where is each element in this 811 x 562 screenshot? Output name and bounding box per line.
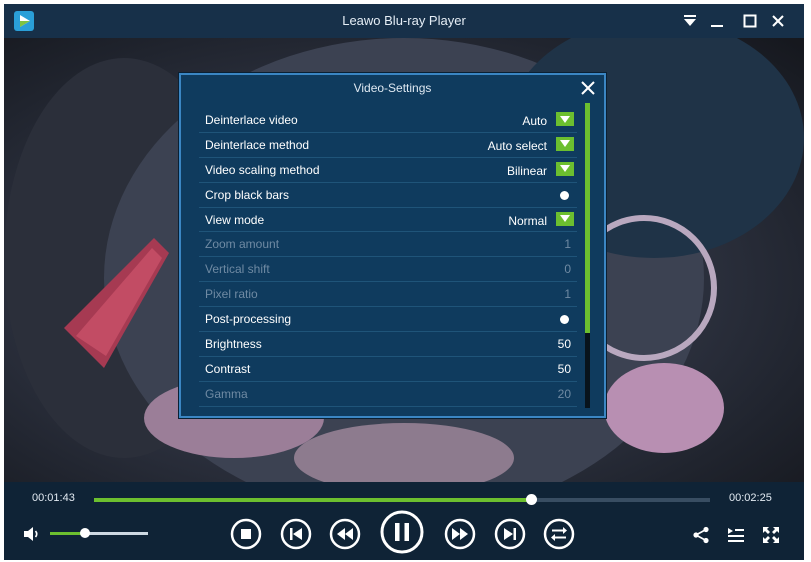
pause-icon — [380, 510, 424, 554]
minimize-button[interactable] — [705, 9, 729, 33]
previous-icon — [280, 518, 312, 550]
minimize-icon — [711, 25, 723, 27]
setting-row-pixel-ratio: Pixel ratio 1 — [199, 282, 577, 308]
settings-list: Deinterlace video Auto Deinterlace metho… — [199, 108, 577, 408]
maximize-button[interactable] — [738, 9, 762, 33]
setting-value: 20 — [557, 386, 571, 401]
setting-label: Zoom amount — [205, 237, 280, 252]
repeat-button[interactable] — [543, 518, 575, 550]
player-window: Leawo Blu-ray Player Video-Settings Dein… — [4, 4, 804, 560]
post-processing-toggle[interactable] — [560, 315, 569, 325]
setting-dropdown-value[interactable]: Auto — [522, 114, 547, 128]
stop-icon — [230, 518, 262, 550]
maximize-icon — [743, 14, 757, 28]
close-window-button[interactable] — [766, 9, 790, 33]
setting-dropdown-value[interactable]: Normal — [508, 214, 547, 228]
setting-row-deinterlace-video[interactable]: Deinterlace video Auto — [199, 108, 577, 133]
setting-label: Pixel ratio — [205, 287, 258, 302]
playlist-icon — [728, 528, 744, 542]
seek-progress — [94, 498, 532, 502]
control-bar: 00:01:43 00:02:25 — [4, 482, 804, 560]
setting-row-view-mode[interactable]: View mode Normal — [199, 208, 577, 233]
chevron-down-icon — [560, 140, 570, 148]
setting-label: Video scaling method — [205, 162, 320, 177]
chevron-down-icon — [560, 215, 570, 223]
setting-row-vertical-shift: Vertical shift 0 — [199, 257, 577, 283]
setting-row-contrast[interactable]: Contrast 50 — [199, 357, 577, 382]
fast-forward-button[interactable] — [444, 518, 476, 550]
setting-row-deinterlace-method[interactable]: Deinterlace method Auto select — [199, 133, 577, 158]
dropdown-arrow-button[interactable] — [556, 211, 574, 226]
setting-value: 0 — [564, 262, 571, 277]
setting-label: Gamma — [205, 386, 248, 401]
dialog-close-button[interactable] — [578, 78, 598, 98]
previous-button[interactable] — [280, 518, 312, 550]
setting-row-gamma: Gamma 20 — [199, 382, 577, 407]
fast-forward-icon — [444, 518, 476, 550]
setting-label: Deinterlace method — [205, 137, 310, 152]
menu-dropdown-icon — [684, 15, 696, 26]
volume-handle[interactable] — [80, 528, 91, 538]
pause-button[interactable] — [380, 510, 424, 554]
setting-label: Crop black bars — [205, 187, 290, 202]
setting-row-post-processing[interactable]: Post-processing — [199, 307, 577, 333]
seek-handle[interactable] — [526, 494, 538, 505]
setting-dropdown-value[interactable]: Bilinear — [507, 164, 547, 178]
setting-dropdown-value[interactable]: Auto select — [488, 139, 547, 153]
video-frame[interactable]: Video-Settings Deinterlace video Auto De… — [4, 38, 804, 482]
setting-label: Contrast — [205, 361, 251, 376]
close-icon — [581, 81, 595, 95]
chevron-down-icon — [560, 165, 570, 173]
next-icon — [494, 518, 526, 550]
next-button[interactable] — [494, 518, 526, 550]
share-button[interactable] — [692, 526, 710, 544]
repeat-icon — [543, 518, 575, 550]
setting-label: Vertical shift — [205, 262, 270, 277]
setting-row-video-scaling-method[interactable]: Video scaling method Bilinear — [199, 158, 577, 183]
dialog-title: Video-Settings — [353, 81, 432, 95]
dropdown-arrow-button[interactable] — [556, 161, 574, 176]
video-settings-dialog: Video-Settings Deinterlace video Auto De… — [179, 73, 606, 418]
dialog-header: Video-Settings — [181, 75, 604, 101]
stop-button[interactable] — [230, 518, 262, 550]
setting-row-crop-black-bars[interactable]: Crop black bars — [199, 183, 577, 208]
volume-icon — [24, 527, 38, 541]
close-icon — [772, 15, 784, 27]
setting-row-zoom-amount: Zoom amount 1 — [199, 232, 577, 258]
rewind-icon — [329, 518, 361, 550]
volume-slider[interactable] — [50, 528, 148, 538]
rewind-button[interactable] — [329, 518, 361, 550]
dropdown-arrow-button[interactable] — [556, 136, 574, 151]
menu-dropdown-button[interactable] — [678, 9, 702, 33]
setting-row-brightness[interactable]: Brightness 50 — [199, 332, 577, 357]
fullscreen-button[interactable] — [762, 526, 780, 544]
setting-label: Post-processing — [205, 312, 292, 327]
setting-value[interactable]: 50 — [558, 337, 571, 351]
title-bar: Leawo Blu-ray Player — [4, 4, 804, 38]
settings-scrollbar[interactable] — [585, 103, 590, 408]
volume-button[interactable] — [23, 526, 41, 542]
fullscreen-icon — [763, 527, 779, 543]
dropdown-arrow-button[interactable] — [556, 112, 574, 126]
chevron-down-icon — [560, 115, 570, 123]
elapsed-time: 00:01:43 — [32, 492, 75, 504]
setting-value: 1 — [564, 237, 571, 252]
share-icon — [693, 526, 709, 544]
scrollbar-thumb[interactable] — [585, 103, 590, 333]
setting-label: Deinterlace video — [205, 113, 298, 127]
crop-black-bars-toggle[interactable] — [560, 190, 569, 200]
seek-bar[interactable] — [94, 494, 710, 505]
setting-label: View mode — [205, 212, 265, 227]
setting-value: 1 — [564, 287, 571, 302]
playlist-button[interactable] — [727, 526, 745, 544]
setting-label: Brightness — [205, 337, 262, 352]
total-duration: 00:02:25 — [729, 492, 772, 504]
setting-value[interactable]: 50 — [558, 362, 571, 376]
